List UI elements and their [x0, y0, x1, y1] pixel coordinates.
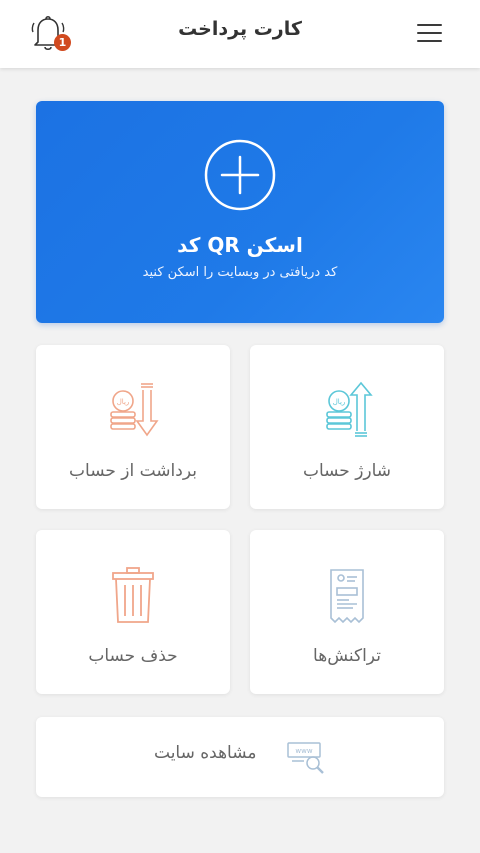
scan-qr-card[interactable]: اسکن QR کد کد دریافتی در وبسایت را اسکن …	[36, 101, 444, 323]
charge-account-tile[interactable]: ریال شارژ حساب	[250, 345, 444, 509]
scan-subtitle: کد دریافتی در وبسایت را اسکن کنید	[142, 265, 338, 280]
coin-label: ریال	[117, 398, 130, 406]
www-label: www	[295, 747, 312, 755]
view-website-card[interactable]: مشاهده سایت www	[36, 717, 444, 797]
receipt-icon	[330, 569, 364, 624]
coins-arrow-up-icon: ریال	[326, 381, 373, 437]
transactions-label: تراکنش‌ها	[313, 646, 381, 666]
hamburger-menu-icon	[417, 24, 442, 26]
charge-account-label: شارژ حساب	[302, 461, 392, 481]
coin-label: ریال	[333, 398, 346, 406]
withdraw-tile[interactable]: ریال برداشت از حساب	[36, 345, 230, 509]
www-search-icon: www	[287, 742, 324, 774]
coins-arrow-down-icon: ریال	[110, 383, 159, 437]
hamburger-menu-icon	[417, 32, 442, 34]
trash-icon	[112, 567, 154, 623]
delete-account-label: حذف حساب	[88, 646, 178, 666]
app-header: 1 کارت پرداخت	[0, 0, 480, 68]
hamburger-menu-icon	[417, 40, 442, 42]
page-title: کارت پرداخت	[178, 18, 302, 40]
delete-account-tile[interactable]: حذف حساب	[36, 530, 230, 694]
menu-button[interactable]	[414, 20, 444, 46]
withdraw-label: برداشت از حساب	[69, 461, 197, 481]
scan-title: اسکن QR کد	[177, 233, 303, 257]
plus-circle-icon	[204, 139, 276, 211]
view-website-label: مشاهده سایت	[154, 743, 257, 763]
transactions-tile[interactable]: تراکنش‌ها	[250, 530, 444, 694]
